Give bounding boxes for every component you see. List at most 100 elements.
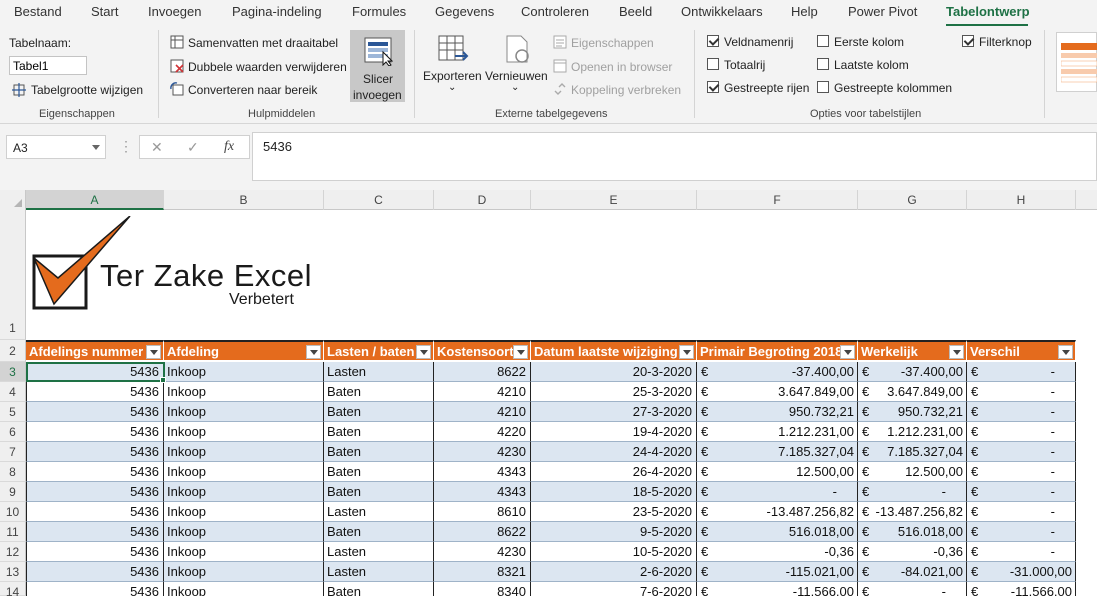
table-cell[interactable]: 8622 — [434, 522, 531, 542]
menu-invoegen[interactable]: Invoegen — [148, 4, 202, 19]
table-cell[interactable]: 25-3-2020 — [531, 382, 697, 402]
table-cell[interactable]: Inkoop — [164, 482, 324, 502]
table-cell[interactable]: € -11.566,00 — [967, 582, 1076, 596]
table-cell[interactable]: 9-5-2020 — [531, 522, 697, 542]
banded-rows-checkbox[interactable] — [707, 81, 719, 93]
table-cell[interactable]: 7-6-2020 — [531, 582, 697, 596]
row-header-11[interactable]: 11 — [0, 522, 26, 542]
table-cell[interactable]: 23-5-2020 — [531, 502, 697, 522]
table-cell[interactable]: Baten — [324, 482, 434, 502]
export-button[interactable]: Exporteren — [423, 69, 482, 83]
row-header-13[interactable]: 13 — [0, 562, 26, 582]
row-header-5[interactable]: 5 — [0, 402, 26, 422]
table-cell[interactable]: € - — [858, 582, 967, 596]
pivottable-button[interactable]: Samenvatten met draaitabel — [188, 36, 338, 50]
table-cell[interactable]: € -13.487.256,82 — [697, 502, 858, 522]
table-cell[interactable]: 8321 — [434, 562, 531, 582]
confirm-icon[interactable]: ✓ — [187, 139, 199, 156]
table-cell[interactable]: Baten — [324, 422, 434, 442]
table-cell[interactable]: 5436 — [26, 382, 164, 402]
table-cell[interactable]: 4220 — [434, 422, 531, 442]
table-cell[interactable]: 20-3-2020 — [531, 362, 697, 382]
table-cell[interactable]: € -37.400,00 — [858, 362, 967, 382]
filter-dropdown-icon[interactable] — [840, 345, 855, 359]
table-cell[interactable]: €12.500,00 — [697, 462, 858, 482]
menu-tabelontwerp[interactable]: Tabelontwerp — [946, 4, 1030, 19]
table-cell[interactable]: € - — [967, 542, 1076, 562]
name-box[interactable]: A3 — [6, 135, 106, 159]
row-header-1[interactable]: 1 — [0, 210, 26, 340]
convert-range-button[interactable]: Converteren naar bereik — [188, 83, 317, 97]
table-cell[interactable]: € -13.487.256,82 — [858, 502, 967, 522]
table-cell[interactable]: 4230 — [434, 542, 531, 562]
column-header-b[interactable]: B — [164, 190, 324, 210]
table-cell[interactable]: €3.647.849,00 — [697, 382, 858, 402]
table-cell[interactable]: €12.500,00 — [858, 462, 967, 482]
table-cell[interactable]: 5436 — [26, 462, 164, 482]
column-header-h[interactable]: H — [967, 190, 1076, 210]
refresh-button[interactable]: Vernieuwen — [485, 69, 548, 83]
tablename-input[interactable] — [9, 56, 87, 75]
table-cell[interactable]: € -0,36 — [697, 542, 858, 562]
table-cell[interactable]: € - — [967, 522, 1076, 542]
table-cell[interactable]: 8340 — [434, 582, 531, 596]
column-header-f[interactable]: F — [697, 190, 858, 210]
table-cell[interactable]: €7.185.327,04 — [858, 442, 967, 462]
table-cell[interactable]: Lasten — [324, 542, 434, 562]
select-all-button[interactable] — [0, 190, 26, 210]
table-cell[interactable]: 4343 — [434, 482, 531, 502]
table-cell[interactable]: Inkoop — [164, 362, 324, 382]
row-header-3[interactable]: 3 — [0, 362, 26, 382]
table-cell[interactable]: 19-4-2020 — [531, 422, 697, 442]
table-cell[interactable]: 8622 — [434, 362, 531, 382]
table-cell[interactable]: 5436 — [26, 482, 164, 502]
table-cell[interactable]: € - — [858, 482, 967, 502]
table-cell[interactable]: 24-4-2020 — [531, 442, 697, 462]
table-cell[interactable]: 5436 — [26, 582, 164, 596]
table-cell[interactable]: Inkoop — [164, 522, 324, 542]
menu-gegevens[interactable]: Gegevens — [435, 4, 494, 19]
menu-power-pivot[interactable]: Power Pivot — [848, 4, 917, 19]
table-cell[interactable]: €516.018,00 — [858, 522, 967, 542]
table-cell[interactable]: 5436 — [26, 542, 164, 562]
table-cell[interactable]: Inkoop — [164, 542, 324, 562]
table-cell[interactable]: Baten — [324, 442, 434, 462]
table-cell[interactable]: Baten — [324, 582, 434, 596]
table-cell[interactable]: €1.212.231,00 — [697, 422, 858, 442]
first-column-checkbox[interactable] — [817, 35, 829, 47]
total-row-checkbox[interactable] — [707, 58, 719, 70]
table-cell[interactable]: € -11.566,00 — [697, 582, 858, 596]
table-cell[interactable]: Inkoop — [164, 462, 324, 482]
row-header-14[interactable]: 14 — [0, 582, 26, 596]
filter-dropdown-icon[interactable] — [679, 345, 694, 359]
table-cell[interactable]: € - — [967, 422, 1076, 442]
fill-handle[interactable] — [160, 377, 166, 383]
menu-beeld[interactable]: Beeld — [619, 4, 652, 19]
row-header-6[interactable]: 6 — [0, 422, 26, 442]
table-cell[interactable]: €950.732,21 — [858, 402, 967, 422]
row-header-7[interactable]: 7 — [0, 442, 26, 462]
table-cell[interactable]: 5436 — [26, 402, 164, 422]
filter-dropdown-icon[interactable] — [146, 345, 161, 359]
table-cell[interactable]: 5436 — [26, 442, 164, 462]
table-cell[interactable]: 10-5-2020 — [531, 542, 697, 562]
unlink-button[interactable]: Koppeling verbreken — [571, 83, 681, 97]
row-header-9[interactable]: 9 — [0, 482, 26, 502]
formula-input[interactable]: 5436 — [252, 132, 1097, 181]
column-header-e[interactable]: E — [531, 190, 697, 210]
filter-dropdown-icon[interactable] — [949, 345, 964, 359]
filter-dropdown-icon[interactable] — [416, 345, 431, 359]
table-styles-gallery[interactable] — [1056, 32, 1097, 92]
table-cell[interactable]: Lasten — [324, 502, 434, 522]
cancel-icon[interactable]: ✕ — [151, 139, 163, 156]
table-cell[interactable]: 18-5-2020 — [531, 482, 697, 502]
table-cell[interactable]: €950.732,21 — [697, 402, 858, 422]
table-cell[interactable]: Inkoop — [164, 582, 324, 596]
table-cell[interactable]: 4210 — [434, 382, 531, 402]
row-header-12[interactable]: 12 — [0, 542, 26, 562]
table-cell[interactable]: Inkoop — [164, 442, 324, 462]
table-cell[interactable]: € - — [967, 482, 1076, 502]
name-box-dropdown-icon[interactable] — [92, 145, 100, 150]
row-header-4[interactable]: 4 — [0, 382, 26, 402]
table-cell[interactable]: € - — [697, 482, 858, 502]
